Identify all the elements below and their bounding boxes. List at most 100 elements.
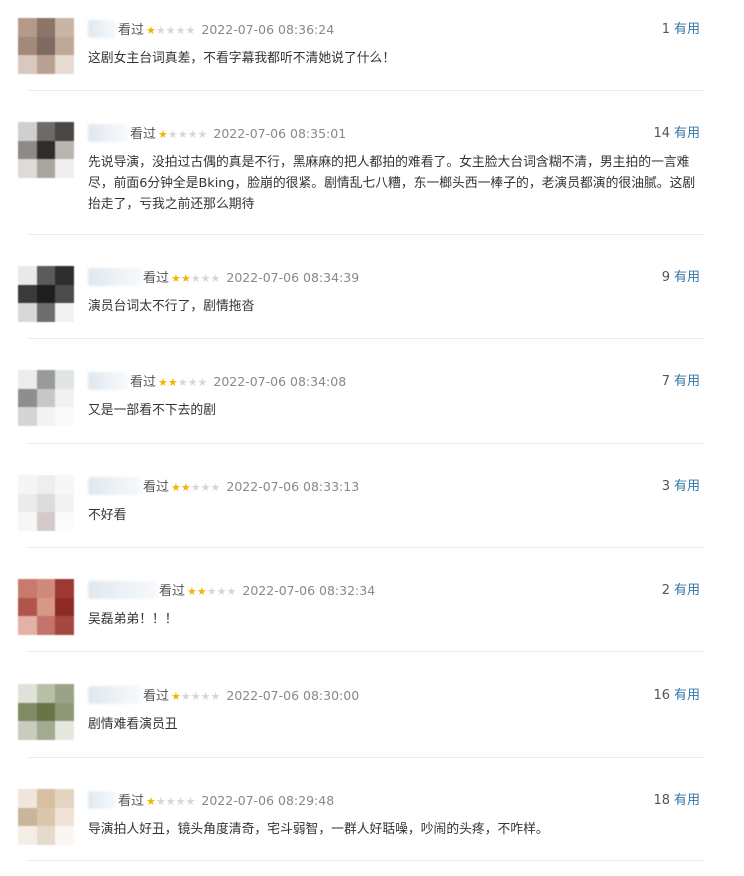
rating-stars: ★★★★★ xyxy=(146,795,195,808)
star-filled-icon: ★ xyxy=(158,128,168,141)
star-empty-icon: ★ xyxy=(210,272,221,285)
watched-status: 看过 xyxy=(118,794,145,809)
comment-meta: 看过 ★★★★★ 2022-07-06 08:32:34 xyxy=(159,582,375,601)
comment-time: 2022-07-06 08:34:08 xyxy=(213,374,347,389)
useful-vote: 14 有用 xyxy=(653,125,700,143)
watched-status: 看过 xyxy=(143,689,170,704)
star-empty-icon: ★ xyxy=(185,795,196,808)
comment-time: 2022-07-06 08:32:34 xyxy=(242,583,376,598)
star-empty-icon: ★ xyxy=(167,128,178,141)
useful-vote: 9 有用 xyxy=(662,269,700,287)
star-empty-icon: ★ xyxy=(226,585,237,598)
rating-stars: ★★★★★ xyxy=(158,376,207,389)
useful-count: 2 xyxy=(661,583,670,598)
divider xyxy=(28,757,704,758)
watched-status: 看过 xyxy=(143,480,170,495)
star-filled-icon: ★ xyxy=(171,481,181,494)
comment-text: 剧情难看演员丑 xyxy=(88,717,178,732)
comment-text: 先说导演，没拍过古偶的真是不行，黑麻麻的把人都拍的难看了。女主脸大台词含糊不清，… xyxy=(88,155,696,212)
avatar[interactable] xyxy=(18,370,74,426)
rating-stars: ★★★★★ xyxy=(158,128,207,141)
comment-text: 不好看 xyxy=(88,508,127,523)
username-blurred[interactable] xyxy=(88,477,142,495)
username-blurred[interactable] xyxy=(88,20,116,38)
comment-text: 又是一部看不下去的剧 xyxy=(88,403,216,418)
useful-button[interactable]: 有用 xyxy=(674,479,700,494)
useful-button[interactable]: 有用 xyxy=(674,22,700,37)
username-blurred[interactable] xyxy=(88,581,158,599)
watched-status: 看过 xyxy=(130,375,157,390)
star-empty-icon: ★ xyxy=(165,795,176,808)
star-empty-icon: ★ xyxy=(200,481,211,494)
avatar[interactable] xyxy=(18,475,74,531)
username-blurred[interactable] xyxy=(88,268,142,286)
star-empty-icon: ★ xyxy=(190,690,201,703)
useful-count: 9 xyxy=(661,270,670,285)
useful-count: 1 xyxy=(661,22,670,37)
comment-text: 演员台词太不行了，剧情拖沓 xyxy=(88,299,255,314)
comment-text: 导演拍人好丑，镜头角度清奇，宅斗弱智，一群人好聒噪，吵闹的头疼，不咋样。 xyxy=(88,822,549,837)
comment-meta: 看过 ★★★★★ 2022-07-06 08:33:13 xyxy=(143,478,359,497)
divider xyxy=(28,338,704,339)
useful-vote: 18 有用 xyxy=(653,792,700,810)
username-blurred[interactable] xyxy=(88,686,142,704)
star-empty-icon: ★ xyxy=(197,376,208,389)
username-blurred[interactable] xyxy=(88,372,128,390)
star-empty-icon: ★ xyxy=(177,376,188,389)
watched-status: 看过 xyxy=(118,23,145,38)
useful-vote: 2 有用 xyxy=(662,582,700,600)
avatar[interactable] xyxy=(18,266,74,322)
divider xyxy=(28,860,704,861)
star-empty-icon: ★ xyxy=(197,128,208,141)
star-filled-icon: ★ xyxy=(171,690,181,703)
star-empty-icon: ★ xyxy=(155,795,166,808)
divider xyxy=(28,547,704,548)
star-empty-icon: ★ xyxy=(190,481,201,494)
comment-meta: 看过 ★★★★★ 2022-07-06 08:35:01 xyxy=(130,125,346,144)
star-empty-icon: ★ xyxy=(175,24,186,37)
useful-button[interactable]: 有用 xyxy=(674,270,700,285)
rating-stars: ★★★★★ xyxy=(171,272,220,285)
rating-stars: ★★★★★ xyxy=(187,585,236,598)
useful-button[interactable]: 有用 xyxy=(674,688,700,703)
avatar[interactable] xyxy=(18,684,74,740)
star-empty-icon: ★ xyxy=(190,272,201,285)
comment-time: 2022-07-06 08:34:39 xyxy=(226,270,360,285)
star-filled-icon: ★ xyxy=(180,481,191,494)
username-blurred[interactable] xyxy=(88,791,116,809)
avatar[interactable] xyxy=(18,122,74,178)
useful-button[interactable]: 有用 xyxy=(674,793,700,808)
star-empty-icon: ★ xyxy=(200,272,211,285)
comment-meta: 看过 ★★★★★ 2022-07-06 08:29:48 xyxy=(118,792,334,811)
comment-time: 2022-07-06 08:35:01 xyxy=(213,126,347,141)
useful-vote: 16 有用 xyxy=(653,687,700,705)
star-empty-icon: ★ xyxy=(185,24,196,37)
star-empty-icon: ★ xyxy=(177,128,188,141)
useful-button[interactable]: 有用 xyxy=(674,583,700,598)
username-blurred[interactable] xyxy=(88,124,128,142)
useful-button[interactable]: 有用 xyxy=(674,126,700,141)
useful-count: 18 xyxy=(653,793,670,808)
comment-time: 2022-07-06 08:33:13 xyxy=(226,479,360,494)
star-filled-icon: ★ xyxy=(146,24,156,37)
avatar[interactable] xyxy=(18,579,74,635)
star-empty-icon: ★ xyxy=(187,376,198,389)
comment-meta: 看过 ★★★★★ 2022-07-06 08:36:24 xyxy=(118,21,334,40)
divider xyxy=(28,651,704,652)
comment-text: 这剧女主台词真差，不看字幕我都听不清她说了什么！ xyxy=(88,51,396,66)
watched-status: 看过 xyxy=(143,271,170,286)
divider xyxy=(28,90,704,91)
avatar[interactable] xyxy=(18,789,74,845)
useful-button[interactable]: 有用 xyxy=(674,374,700,389)
rating-stars: ★★★★★ xyxy=(146,24,195,37)
star-empty-icon: ★ xyxy=(216,585,227,598)
comment-time: 2022-07-06 08:30:00 xyxy=(226,688,360,703)
comment-meta: 看过 ★★★★★ 2022-07-06 08:34:39 xyxy=(143,269,359,288)
star-empty-icon: ★ xyxy=(206,585,217,598)
avatar[interactable] xyxy=(18,18,74,74)
star-filled-icon: ★ xyxy=(171,272,181,285)
useful-vote: 3 有用 xyxy=(662,478,700,496)
star-empty-icon: ★ xyxy=(180,690,191,703)
star-filled-icon: ★ xyxy=(187,585,197,598)
star-empty-icon: ★ xyxy=(175,795,186,808)
